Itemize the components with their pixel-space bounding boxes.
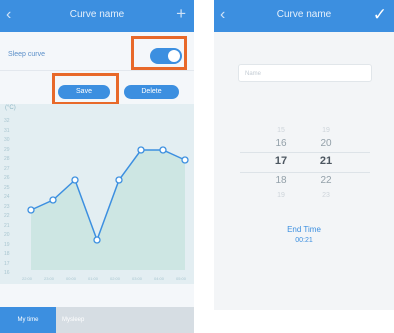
x-tick-label: 03:00 [132,276,143,281]
tab-mysleep[interactable]: Mysleep [62,307,84,333]
y-tick-label: 23 [4,203,10,210]
plus-icon[interactable]: + [176,4,186,24]
sleep-curve-label: Sleep curve [8,51,45,58]
picker-value[interactable]: 21 [314,155,338,167]
temperature-chart[interactable] [0,104,194,284]
toggle-highlight-box [131,36,187,70]
tab-my-time[interactable]: My time [0,307,56,333]
x-tick-label: 04:00 [154,276,165,281]
picker-divider [240,172,370,173]
y-tick-label: 19 [4,241,10,248]
x-tick-label: 00:00 [66,276,77,281]
y-tick-label: 25 [4,184,10,191]
y-tick-label: 30 [4,137,10,143]
y-tick-label: 24 [4,194,10,200]
picker-divider [240,152,370,153]
delete-button[interactable]: Delete [124,85,179,99]
page-title: Curve name [276,9,332,20]
picker-value[interactable]: 22 [314,175,338,186]
title-bar: ‹ Curve name ✓ [214,0,394,32]
y-tick-label: 28 [4,156,10,162]
y-tick-label: 29 [4,146,10,153]
name-input[interactable]: Name [238,64,372,82]
x-tick-label: 05:00 [176,276,187,281]
y-tick-label: 31 [4,127,10,134]
y-tick-label: 26 [4,175,10,181]
x-tick-label: 01:00 [88,276,99,281]
picker-value[interactable]: 16 [269,138,293,149]
end-time-label: End Time [287,225,321,234]
time-picker-screen: ‹ Curve name ✓ Name 15 16 17 18 19 19 20 21 22 2… [214,0,394,310]
picker-value[interactable]: 18 [269,175,293,186]
save-highlight-box [52,73,119,105]
y-tick-label: 20 [4,232,10,238]
picker-value[interactable]: 15 [269,127,293,134]
chart-unit-label: (°C) [5,105,16,111]
x-tick-label: 02:00 [110,276,121,281]
tab-bar: My time Mysleep [0,307,194,333]
y-tick-label: 16 [4,270,10,276]
x-tick-label: 22:00 [22,276,33,281]
picker-value[interactable]: 17 [269,155,293,167]
y-tick-label: 32 [4,118,10,124]
end-time-value: 00:21 [295,237,313,244]
y-tick-label: 27 [4,165,10,172]
y-tick-label: 18 [4,251,10,257]
y-tick-label: 17 [4,260,10,267]
picker-value[interactable]: 19 [314,127,338,134]
title-bar: ‹ Curve name + [0,0,194,32]
picker-value[interactable]: 23 [314,192,338,199]
picker-value[interactable]: 20 [314,138,338,149]
x-tick-label: 23:00 [44,276,55,281]
curve-edit-screen: ‹ Curve name + Sleep curve Save Delete (… [0,0,194,333]
picker-value[interactable]: 19 [269,192,293,199]
y-tick-label: 22 [4,213,10,219]
y-tick-label: 21 [4,222,10,229]
checkmark-icon[interactable]: ✓ [373,5,387,25]
page-title: Curve name [69,9,125,20]
